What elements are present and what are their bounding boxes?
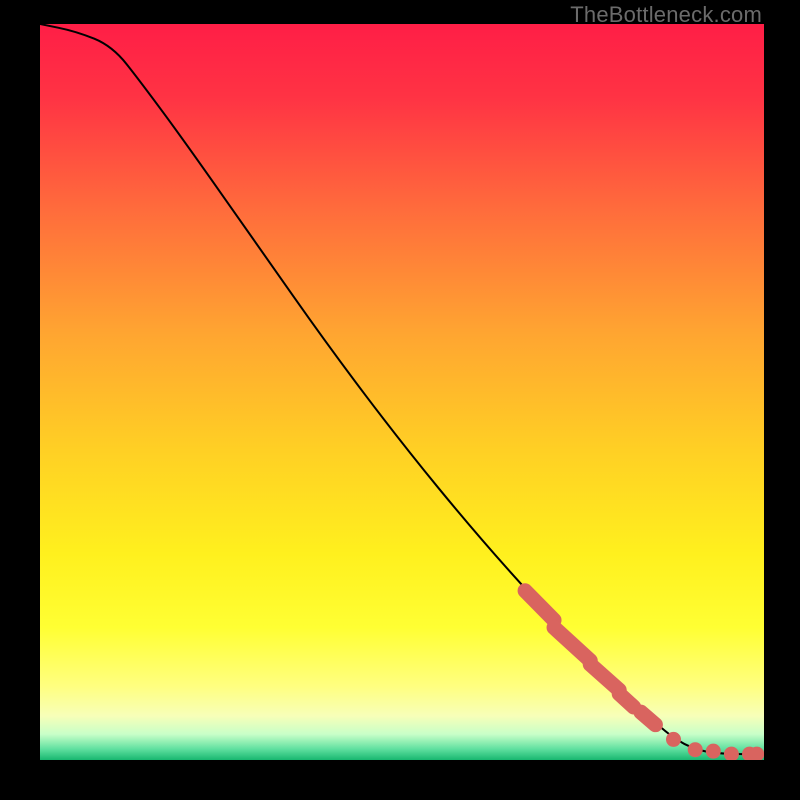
chart-container: TheBottleneck.com <box>0 0 800 800</box>
marker-point <box>666 732 681 747</box>
plot-area <box>40 24 764 760</box>
marker-point <box>688 742 703 757</box>
marker-segment <box>619 694 633 707</box>
chart-svg <box>40 24 764 760</box>
marker-point <box>706 744 721 759</box>
heat-gradient-bg <box>40 24 764 760</box>
marker-segment <box>641 712 655 725</box>
